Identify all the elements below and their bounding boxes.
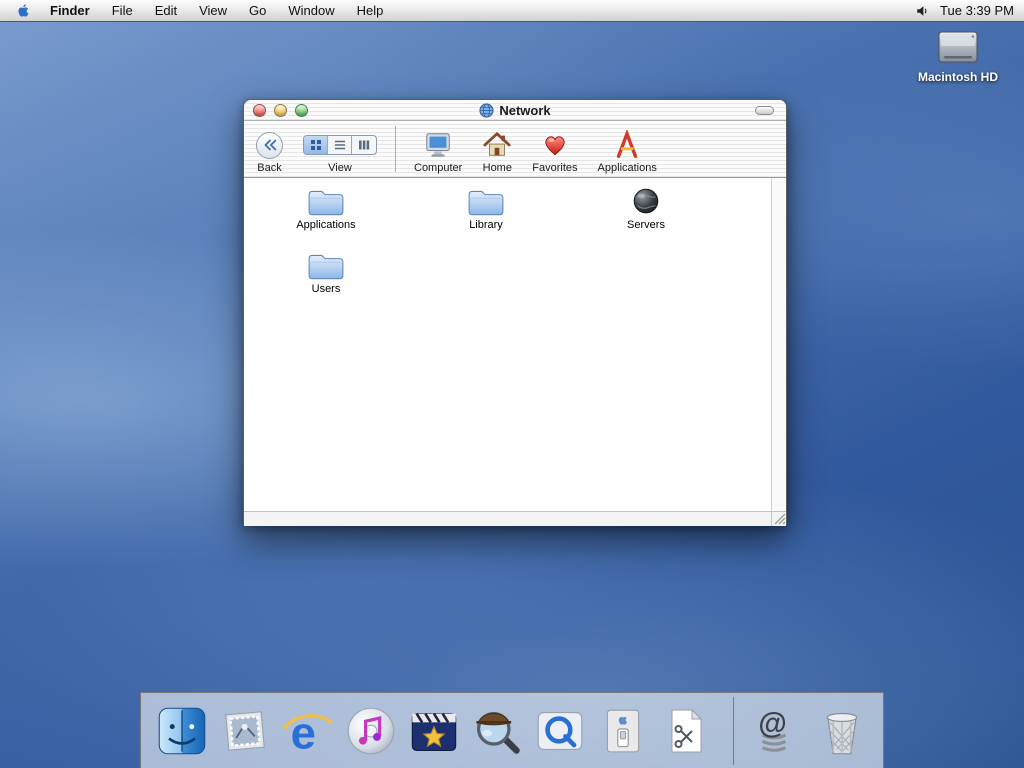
back-icon — [256, 131, 283, 159]
dock-right-section: @ — [745, 699, 871, 763]
view-label: View — [328, 162, 352, 174]
toolbar-toggle-button[interactable] — [755, 106, 774, 115]
menu-finder[interactable]: Finder — [36, 0, 101, 22]
sherlock-icon — [476, 711, 520, 754]
window-bottom-bar — [244, 511, 786, 526]
item-label: Library — [469, 219, 503, 231]
menu-file[interactable]: File — [101, 0, 144, 22]
list-view-icon — [334, 140, 345, 150]
dock-itunes[interactable] — [342, 699, 400, 763]
menu-clock[interactable]: Tue 3:39 PM — [940, 3, 1016, 18]
toolbar-separator — [395, 126, 396, 172]
applications-shortcut[interactable]: Applications — [588, 130, 667, 174]
home-label: Home — [482, 162, 512, 174]
web-link-spring-icon: @ — [758, 708, 787, 752]
vertical-scrollbar[interactable] — [771, 178, 786, 511]
svg-text:@: @ — [758, 708, 786, 740]
servers-globe-icon — [633, 188, 659, 214]
mail-icon — [225, 710, 265, 751]
clippings-document-icon — [671, 708, 703, 752]
dock-clippings-document[interactable] — [657, 699, 715, 763]
quicktime-icon — [537, 711, 583, 750]
window-toolbar: Back View Computer Home Favorites Applic… — [244, 121, 786, 178]
dock-imovie[interactable] — [405, 699, 463, 763]
dock-sherlock[interactable] — [468, 699, 526, 763]
dock-finder[interactable] — [153, 699, 211, 763]
window-content: Applications Library Servers Users — [244, 178, 786, 526]
menu-window[interactable]: Window — [277, 0, 345, 22]
icon-grid: Applications Library Servers Users — [244, 178, 771, 511]
menu-help[interactable]: Help — [346, 0, 395, 22]
close-button[interactable] — [253, 104, 266, 117]
folder-icon — [468, 190, 504, 216]
minimize-button[interactable] — [274, 104, 287, 117]
internet-explorer-icon: e — [283, 707, 333, 757]
menu-edit[interactable]: Edit — [144, 0, 188, 22]
icon-view-icon — [310, 140, 321, 150]
computer-icon — [426, 133, 450, 157]
favorites-heart-icon — [545, 136, 565, 156]
dock-web-link[interactable]: @ — [745, 699, 803, 763]
home-shortcut[interactable]: Home — [472, 130, 522, 174]
dock-system-preferences[interactable] — [594, 699, 652, 763]
applications-label: Applications — [597, 162, 657, 174]
dock: e @ — [140, 692, 884, 768]
desktop-icon-label: Macintosh HD — [917, 70, 998, 84]
itunes-icon — [347, 707, 395, 754]
trash-icon — [826, 712, 858, 754]
folder-applications[interactable]: Applications — [246, 186, 406, 250]
volume-icon[interactable] — [915, 4, 930, 18]
folder-library[interactable]: Library — [406, 186, 566, 250]
list-view-segment[interactable] — [328, 136, 352, 154]
folder-servers[interactable]: Servers — [566, 186, 726, 250]
dock-internet-explorer[interactable]: e — [279, 699, 337, 763]
window-title: Network — [499, 102, 551, 118]
imovie-icon — [411, 712, 457, 751]
finder-icon — [158, 707, 206, 754]
home-icon — [483, 131, 511, 156]
applications-a-icon — [617, 130, 638, 158]
favorites-shortcut[interactable]: Favorites — [522, 130, 587, 174]
hard-drive-icon — [938, 31, 978, 63]
apple-logo-icon — [18, 4, 28, 17]
zoom-button[interactable] — [295, 104, 308, 117]
menu-go[interactable]: Go — [238, 0, 277, 22]
back-label: Back — [257, 162, 282, 174]
dock-trash[interactable] — [813, 699, 871, 763]
system-preferences-icon — [606, 709, 640, 752]
finder-window: Network Back View Computer Home Favorite… — [243, 99, 787, 526]
window-controls — [253, 104, 308, 117]
menu-bar: Finder File Edit View Go Window Help Tue… — [0, 0, 1024, 22]
window-titlebar[interactable]: Network — [244, 100, 786, 121]
folder-icon — [308, 190, 344, 216]
column-view-icon — [359, 140, 370, 150]
apple-menu[interactable] — [10, 0, 36, 22]
folder-icon — [308, 254, 344, 280]
desktop-icon-macintosh-hd[interactable]: Macintosh HD — [912, 28, 1004, 84]
menu-view[interactable]: View — [188, 0, 238, 22]
dock-mail[interactable] — [216, 699, 274, 763]
item-label: Servers — [627, 219, 665, 231]
item-label: Applications — [296, 219, 356, 231]
resize-handle[interactable] — [771, 511, 786, 526]
back-button[interactable]: Back — [252, 130, 293, 174]
item-label: Users — [311, 283, 341, 295]
network-globe-icon — [479, 102, 494, 118]
icon-view-segment[interactable] — [304, 136, 328, 154]
view-control: View — [293, 130, 387, 174]
favorites-label: Favorites — [532, 162, 578, 174]
computer-label: Computer — [414, 162, 463, 174]
column-view-segment[interactable] — [352, 136, 376, 154]
dock-separator[interactable] — [733, 696, 734, 765]
dock-quicktime[interactable] — [531, 699, 589, 763]
folder-users[interactable]: Users — [246, 250, 406, 314]
computer-shortcut[interactable]: Computer — [404, 130, 472, 174]
